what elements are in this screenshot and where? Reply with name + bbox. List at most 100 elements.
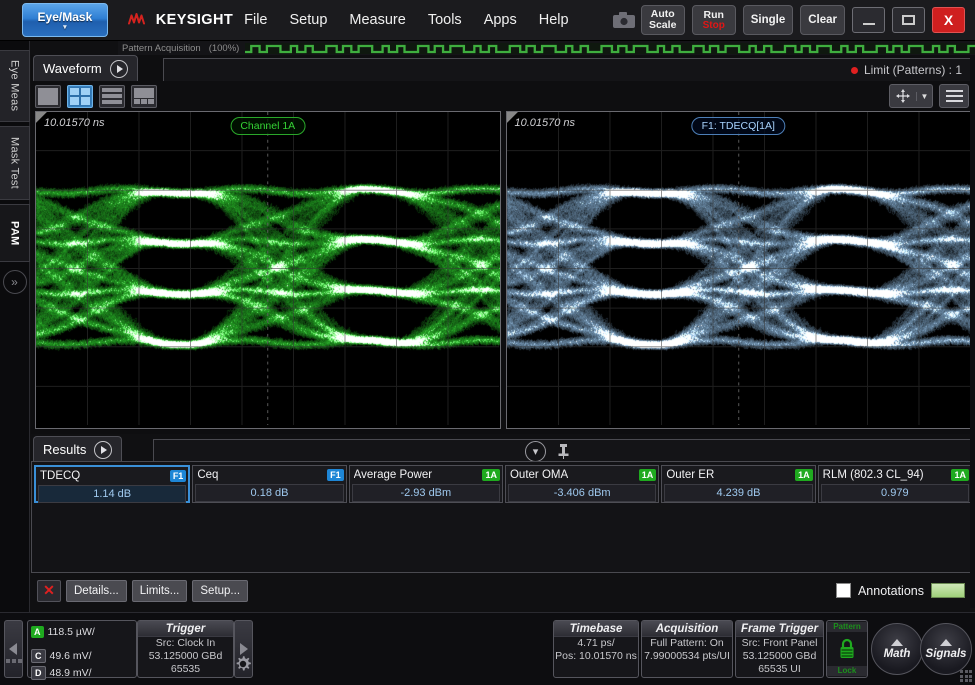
channel-row-a[interactable]: A 118.5 µW/ [31, 623, 133, 640]
tdecq-f1-eye-diagram[interactable]: 10.01570 ns F1: TDECQ[1A] [506, 111, 972, 429]
menu-tools[interactable]: Tools [417, 8, 473, 32]
details-button[interactable]: Details... [66, 580, 127, 602]
annotations-color-swatch[interactable] [931, 583, 965, 598]
timebase-panel[interactable]: Timebase 4.71 ps/ Pos: 10.01570 ns [553, 620, 639, 678]
menu-help[interactable]: Help [528, 8, 580, 32]
pin-icon[interactable] [556, 444, 570, 459]
layout-mixed-button[interactable] [131, 85, 157, 108]
channel-row-c[interactable]: C 49.6 mV/ [31, 647, 133, 664]
stop-label: Stop [703, 20, 725, 31]
menu-measure[interactable]: Measure [338, 8, 416, 32]
channel-value-c: 49.6 mV/ [50, 650, 92, 662]
oscilloscope-app: Eye/Mask ▾ KEYSIGHT File Setup Measure T… [0, 0, 975, 685]
tab-results-label: Results [43, 442, 86, 457]
result-card-rlm[interactable]: RLM (802.3 CL_94) 1A 0.979 [818, 465, 972, 503]
bottom-status-bar: A 118.5 µW/ C 49.6 mV/ D 48.9 mV/ Trigge… [0, 612, 975, 685]
result-card-outer-er[interactable]: Outer ER 1A 4.239 dB [661, 465, 815, 503]
results-tab-row: Results ▾ [31, 436, 975, 462]
eye-diagram-canvas-b [507, 112, 972, 428]
triangle-up-icon [891, 639, 903, 646]
result-card-outer-oma[interactable]: Outer OMA 1A -3.406 dBm [505, 465, 659, 503]
frame-trigger-line-1: Src: Front Panel [736, 637, 823, 650]
top-action-buttons: Auto Scale Run Stop Single Clear X [641, 5, 975, 35]
function-badge-f1-tdecq[interactable]: F1: TDECQ[1A] [692, 117, 785, 135]
chevron-double-right-icon[interactable]: » [3, 270, 27, 294]
frame-trigger-panel[interactable]: Frame Trigger Src: Front Panel 53.125000… [735, 620, 824, 678]
result-source-tag: F1 [327, 469, 344, 481]
result-name: Outer ER [666, 469, 714, 481]
chevron-down-icon[interactable]: ▼ [916, 92, 932, 101]
eye-mask-label: Eye/Mask [38, 10, 93, 24]
result-name: Average Power [354, 469, 432, 481]
sidebar-item-pam[interactable]: PAM [0, 204, 30, 262]
auto-scale-button[interactable]: Auto Scale [641, 5, 685, 35]
result-value: -2.93 dBm [352, 484, 500, 502]
waveform-play-icon[interactable] [110, 60, 128, 78]
frame-trigger-line-2: 53.125000 GBd [736, 650, 823, 663]
arrow-left-icon[interactable] [4, 620, 23, 678]
hamburger-menu-icon[interactable] [939, 84, 969, 108]
setup-button[interactable]: Setup... [192, 580, 248, 602]
move-tool-button[interactable]: ▼ [889, 84, 933, 108]
result-value: 0.979 [821, 484, 969, 502]
result-value: 4.239 dB [664, 484, 812, 502]
chevron-down-circle-icon[interactable]: ▾ [525, 441, 546, 462]
limits-button[interactable]: Limits... [132, 580, 188, 602]
results-footer: ✕ Details... Limits... Setup... Annotati… [31, 575, 975, 606]
tab-waveform[interactable]: Waveform [33, 55, 138, 81]
run-stop-button[interactable]: Run Stop [692, 5, 736, 35]
annotations-control: Annotations [836, 583, 975, 598]
waveform-graphs: 10.01570 ns Channel 1A [31, 111, 975, 429]
result-value: 0.18 dB [195, 484, 343, 502]
layout-stacked-button[interactable] [99, 85, 125, 108]
tab-results[interactable]: Results [33, 436, 122, 462]
result-card-tdecq[interactable]: TDECQ F1 1.14 dB [34, 465, 190, 503]
camera-icon[interactable] [608, 8, 641, 32]
signals-knob-button[interactable]: Signals [920, 623, 972, 675]
graph-time-label-b: 10.01570 ns [515, 117, 576, 129]
results-play-icon[interactable] [94, 441, 112, 459]
layout-single-button[interactable] [35, 85, 61, 108]
single-button[interactable]: Single [743, 5, 794, 35]
menu-setup[interactable]: Setup [279, 8, 339, 32]
acquisition-panel[interactable]: Acquisition Full Pattern: On 7.99000534 … [641, 620, 733, 678]
x-icon[interactable]: ✕ [37, 580, 61, 602]
graph-time-label-a: 10.01570 ns [44, 117, 105, 129]
eye-mask-mode-button[interactable]: Eye/Mask ▾ [22, 3, 108, 37]
channel-1a-eye-diagram[interactable]: 10.01570 ns Channel 1A [35, 111, 501, 429]
annotations-checkbox[interactable] [836, 583, 851, 598]
pattern-lock-top-label: Pattern [827, 622, 867, 632]
result-card-average-power[interactable]: Average Power 1A -2.93 dBm [349, 465, 503, 503]
result-source-tag: 1A [482, 469, 500, 481]
trigger-line-1: Src: Clock In [138, 637, 233, 650]
sidebar-item-mask-test[interactable]: Mask Test [0, 126, 30, 200]
minimize-icon [863, 23, 875, 25]
menu-apps[interactable]: Apps [473, 8, 528, 32]
result-name: Ceq [197, 469, 218, 481]
resize-grip-icon[interactable] [960, 670, 972, 682]
gear-icon[interactable] [230, 651, 256, 677]
waveform-tab-filler: Limit (Patterns) : 1 [163, 58, 975, 81]
result-card-ceq[interactable]: Ceq F1 0.18 dB [192, 465, 346, 503]
acquisition-panel-title: Acquisition [642, 621, 732, 637]
maximize-icon [902, 15, 915, 25]
trigger-panel[interactable]: Trigger Src: Clock In 53.125000 GBd 6553… [137, 620, 234, 678]
limit-status-dot-icon [851, 67, 858, 74]
result-name: RLM (802.3 CL_94) [823, 469, 924, 481]
math-knob-button[interactable]: Math [871, 623, 923, 675]
minimize-button[interactable] [852, 7, 885, 33]
channel-badge-1a[interactable]: Channel 1A [230, 117, 305, 135]
clear-button[interactable]: Clear [800, 5, 845, 35]
pattern-lock-indicator[interactable]: Pattern Lock [826, 620, 868, 678]
menu-file[interactable]: File [233, 8, 278, 32]
layout-quad-button[interactable] [67, 85, 93, 108]
channel-row-d[interactable]: D 48.9 mV/ [31, 664, 133, 681]
waveform-toolbar: ▼ [31, 81, 975, 111]
maximize-button[interactable] [892, 7, 925, 33]
sidebar-item-eye-meas[interactable]: Eye Meas [0, 50, 30, 122]
timebase-panel-title: Timebase [554, 621, 638, 637]
close-button[interactable]: X [932, 7, 965, 33]
annotations-label: Annotations [858, 584, 924, 598]
drag-handle-dots-icon[interactable] [6, 659, 22, 663]
math-knob-label: Math [884, 648, 911, 660]
